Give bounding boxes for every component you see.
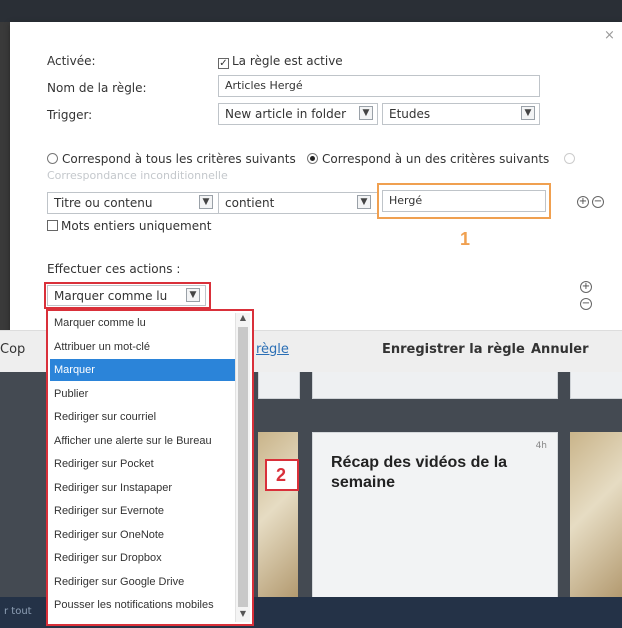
rule-link[interactable]: règle [256,342,289,357]
dropdown-option[interactable]: Rediriger sur Instapaper [54,478,172,498]
actions-label: Effectuer ces actions : [47,262,181,276]
dropdown-scrollbar[interactable]: ▲ ▼ [235,313,250,622]
background-image [570,432,622,597]
radio-disabled-icon[interactable] [564,153,575,164]
radio-unchecked-icon[interactable] [47,153,58,164]
dropdown-option[interactable]: Rediriger sur OneNote [54,525,164,545]
dropdown-option[interactable]: Rediriger sur Evernote [54,501,164,521]
copy-link[interactable]: Cop [0,342,25,357]
dropdown-option[interactable]: Rediriger sur courriel [54,407,156,427]
background-card [258,371,300,399]
chevron-down-icon: ▼ [199,195,213,209]
add-action-icon[interactable]: + [580,281,592,293]
background-image [258,432,298,597]
scroll-down-icon[interactable]: ▼ [236,609,250,618]
radio-checked-icon[interactable] [307,153,318,164]
operator-select-value: contient [225,196,275,210]
annotation-marker-2: 2 [276,465,287,485]
dropdown-option[interactable]: Pousser les notifications mobiles [54,595,214,615]
checkbox-checked-icon[interactable]: ✓ [218,58,229,69]
dropdown-option[interactable]: Attribuer un mot-clé [54,337,150,357]
action-select-value: Marquer comme lu [54,289,168,303]
unconditional-radio[interactable] [564,152,579,166]
action-dropdown-list[interactable]: ▲ ▼ Marquer comme lu Attribuer un mot-clé… [46,309,254,626]
dropdown-option[interactable]: Marquer comme lu [54,313,146,333]
enabled-checkbox-label: La règle est active [232,54,343,68]
chevron-down-icon: ▼ [521,106,535,120]
dropdown-option[interactable]: Rediriger sur Dropbox [54,548,162,568]
annotation-marker-2-box: 2 [265,459,299,491]
enabled-label: Activée: [47,54,96,68]
match-all-label: Correspond à tous les critères suivants [62,152,296,166]
chevron-down-icon: ▼ [359,106,373,120]
chevron-down-icon: ▼ [357,195,371,209]
dropdown-option[interactable]: Afficher une alerte sur le Bureau [54,431,212,451]
rule-dialog: × Activée: ✓ La règle est active Nom de l… [10,22,622,352]
annotation-marker-1: 1 [460,229,471,249]
article-time: 4h [535,441,547,451]
enabled-checkbox[interactable]: ✓ La règle est active [218,54,343,69]
match-any-label: Correspond à un des critères suivants [322,152,550,166]
dropdown-option[interactable]: Publier [54,384,88,404]
dropdown-option[interactable]: Rediriger sur Pocket [54,454,154,474]
close-icon[interactable]: × [604,28,615,43]
save-rule-button[interactable]: Enregistrer la règle [382,342,525,357]
unconditional-label: Correspondance inconditionnelle [47,169,228,182]
cancel-button[interactable]: Annuler [531,342,589,357]
background-footer-text: r tout [4,606,32,617]
scrollbar-thumb[interactable] [238,327,248,607]
add-criteria-icon[interactable]: + [577,196,589,208]
criteria-input[interactable]: Hergé [382,190,546,212]
whole-words-label: Mots entiers uniquement [61,219,212,233]
remove-criteria-icon[interactable]: − [592,196,604,208]
trigger-label: Trigger: [47,108,93,122]
chevron-down-icon: ▼ [186,288,200,302]
article-title: Récap des vidéos de la semaine [331,454,508,491]
match-all-option[interactable]: Correspond à tous les critères suivants [47,152,296,166]
operator-select[interactable]: contient ▼ [218,192,378,214]
trigger-select-value: New article in folder [225,107,347,121]
remove-action-icon[interactable]: − [580,298,592,310]
match-any-option[interactable]: Correspond à un des critères suivants [307,152,549,166]
background-header [0,0,622,22]
folder-select[interactable]: Etudes ▼ [382,103,540,125]
background-card [570,371,622,399]
trigger-select[interactable]: New article in folder ▼ [218,103,378,125]
field-select[interactable]: Titre ou contenu ▼ [47,192,220,214]
background-article-card[interactable]: Récap des vidéos de la semaine 4h [312,432,558,599]
field-select-value: Titre ou contenu [54,196,153,210]
scroll-up-icon[interactable]: ▲ [236,313,250,322]
action-select[interactable]: Marquer comme lu ▼ [47,285,206,306]
rule-name-label: Nom de la règle: [47,81,147,95]
dropdown-option[interactable]: Rediriger sur Google Drive [54,572,184,592]
dropdown-option[interactable]: Aucune action [54,619,124,625]
rule-name-input[interactable]: Articles Hergé [218,75,540,97]
checkbox-unchecked-icon[interactable] [47,220,58,231]
whole-words-option[interactable]: Mots entiers uniquement [47,219,211,233]
folder-select-value: Etudes [389,107,431,121]
dropdown-option[interactable]: Marquer [54,360,95,380]
background-card [312,371,558,399]
